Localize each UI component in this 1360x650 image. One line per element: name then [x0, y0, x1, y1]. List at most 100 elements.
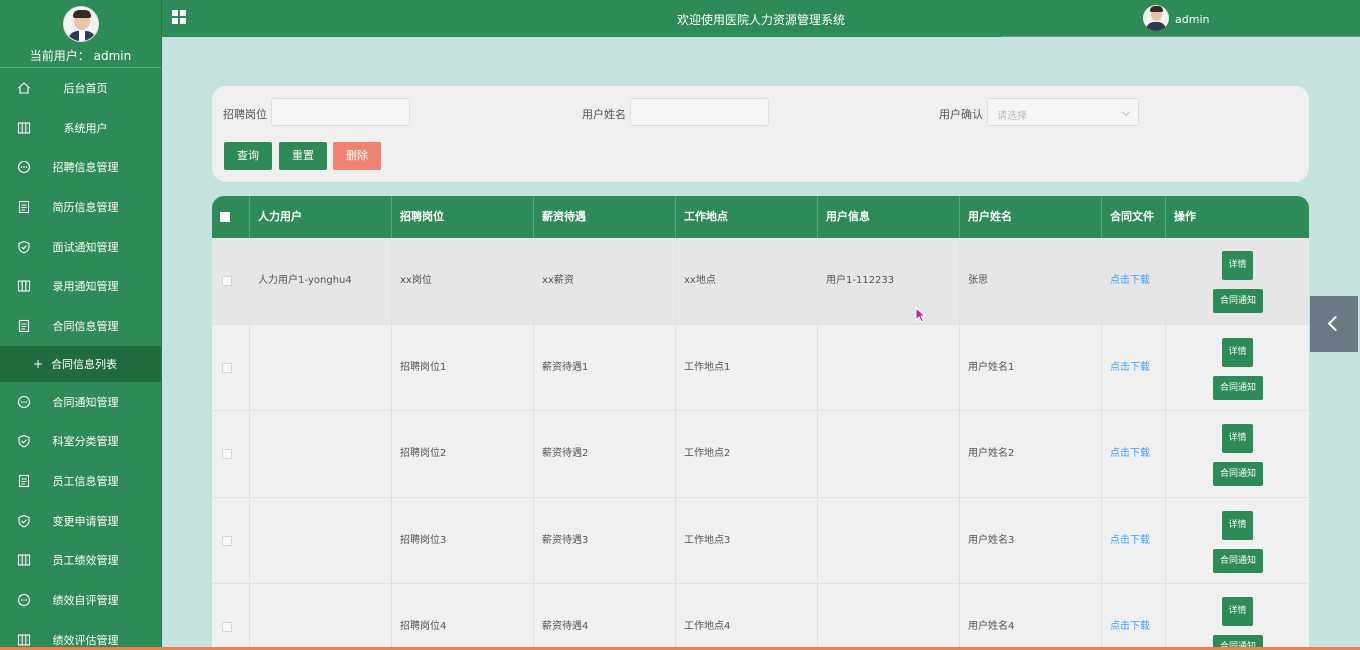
- sidebar-item[interactable]: 员工绩效管理: [0, 541, 161, 581]
- cell-hr-user: [250, 411, 392, 498]
- sidebar-item[interactable]: 绩效评估管理: [0, 620, 161, 650]
- download-link[interactable]: 点击下载: [1102, 584, 1166, 650]
- actions-cell: 详情 合同通知: [1166, 238, 1309, 325]
- cell-user-info: [818, 584, 960, 650]
- delete-button[interactable]: 删除: [333, 142, 381, 170]
- download-link[interactable]: 点击下载: [1102, 497, 1166, 584]
- sidebar-item[interactable]: 招聘信息管理: [0, 147, 161, 187]
- sidebar-item[interactable]: 面试通知管理: [0, 227, 161, 267]
- col-contract-file: 合同文件: [1102, 196, 1166, 238]
- actions-cell: 详情 合同通知: [1166, 411, 1309, 498]
- select-all-checkbox[interactable]: [220, 212, 230, 222]
- divider: [1002, 36, 1360, 37]
- cell-hr-user: 人力用户1-yonghu4: [250, 238, 392, 325]
- sidebar-item-label: 员工绩效管理: [52, 554, 119, 568]
- cell-hr-user: [250, 324, 392, 411]
- cell-hr-user: [250, 497, 392, 584]
- cell-salary: xx薪资: [534, 238, 676, 325]
- sidebar-item[interactable]: 科室分类管理: [0, 422, 161, 462]
- cell-salary: 薪资待遇4: [534, 584, 676, 650]
- row-checkbox[interactable]: [222, 535, 232, 546]
- cursor-icon: [915, 307, 927, 323]
- contract-notify-button[interactable]: 合同通知: [1213, 375, 1263, 400]
- data-table: 人力用户 招聘岗位 薪资待遇 工作地点 用户信息 用户姓名 合同文件 操作 人力…: [212, 196, 1309, 650]
- table-row: 招聘岗位4 薪资待遇4 工作地点4 用户姓名4 点击下载 详情 合同通知: [212, 584, 1309, 650]
- position-label: 招聘岗位: [223, 108, 267, 121]
- cell-location: 工作地点1: [676, 324, 818, 411]
- header-avatar[interactable]: [1143, 5, 1169, 31]
- sidebar-item[interactable]: 绩效自评管理: [0, 580, 161, 620]
- sidebar-item[interactable]: 员工信息管理: [0, 461, 161, 501]
- sidebar-item-label: 员工信息管理: [52, 475, 119, 489]
- cell-user-name: 用户姓名3: [960, 497, 1102, 584]
- chevron-left-icon: [1327, 315, 1344, 332]
- sidebar-item[interactable]: 简历信息管理: [0, 187, 161, 227]
- sidebar-item[interactable]: 合同通知管理: [0, 382, 161, 422]
- contract-notify-button[interactable]: 合同通知: [1213, 289, 1263, 313]
- cell-user-info: [818, 411, 960, 498]
- download-link[interactable]: 点击下载: [1102, 238, 1166, 325]
- table-row: 招聘岗位1 薪资待遇1 工作地点1 用户姓名1 点击下载 详情 合同通知: [212, 324, 1309, 412]
- query-button[interactable]: 查询: [224, 142, 272, 170]
- cell-hr-user: [250, 584, 392, 650]
- cell-location: 工作地点3: [676, 497, 818, 584]
- row-checkbox[interactable]: [222, 622, 232, 632]
- sidebar-item-label: 面试通知管理: [52, 240, 119, 254]
- cell-position: 招聘岗位2: [392, 411, 534, 498]
- sidebar-item-label: 简历信息管理: [52, 200, 119, 214]
- cell-position: 招聘岗位4: [392, 584, 534, 650]
- sidebar-item[interactable]: 后台首页: [0, 68, 161, 108]
- plus-icon: +: [33, 356, 44, 371]
- sidebar-item[interactable]: 录用通知管理: [0, 266, 161, 306]
- row-checkbox[interactable]: [222, 276, 232, 286]
- select-placeholder: 请选择: [997, 111, 1027, 122]
- chevron-down-icon: [1121, 107, 1131, 117]
- contract-notify-button[interactable]: 合同通知: [1213, 462, 1263, 486]
- sidebar-item-label: 系统用户: [63, 121, 108, 135]
- sidebar-item-label: 合同通知管理: [52, 395, 119, 409]
- checkbox-cell: [212, 238, 250, 325]
- col-position: 招聘岗位: [392, 196, 534, 238]
- detail-button[interactable]: 详情: [1222, 510, 1253, 540]
- col-salary: 薪资待遇: [534, 196, 676, 238]
- username-label: 用户姓名: [582, 108, 626, 121]
- col-actions: 操作: [1174, 210, 1196, 223]
- row-checkbox[interactable]: [222, 449, 232, 459]
- download-link[interactable]: 点击下载: [1102, 411, 1166, 498]
- row-checkbox[interactable]: [222, 362, 232, 373]
- sidebar-menu: 后台首页系统用户招聘信息管理简历信息管理 面试通知管理录用通知管理 合同信息管理 + 合…: [0, 68, 161, 650]
- col-user-info: 用户信息: [818, 196, 960, 238]
- sidebar-subitem-contract-list[interactable]: + 合同信息列表: [0, 345, 161, 382]
- col-location: 工作地点: [676, 196, 818, 238]
- detail-button[interactable]: 详情: [1222, 337, 1253, 367]
- checkbox-cell: [212, 324, 250, 411]
- cell-user-name: 张思: [960, 238, 1102, 325]
- cell-position: 招聘岗位3: [392, 497, 534, 584]
- actions-cell: 详情 合同通知: [1166, 325, 1309, 412]
- position-input[interactable]: [271, 98, 410, 126]
- collapse-toggle[interactable]: [1310, 296, 1358, 352]
- sidebar-item[interactable]: 变更申请管理: [0, 501, 161, 541]
- detail-button[interactable]: 详情: [1222, 251, 1253, 280]
- cell-user-name: 用户姓名4: [960, 584, 1102, 650]
- reset-button[interactable]: 重置: [279, 142, 327, 170]
- download-link[interactable]: 点击下载: [1102, 324, 1166, 411]
- sidebar-item-label: 绩效自评管理: [52, 594, 119, 608]
- select-all-cell: [212, 196, 250, 238]
- sidebar-item[interactable]: 合同信息管理: [0, 306, 161, 346]
- detail-button[interactable]: 详情: [1222, 424, 1253, 453]
- sidebar-subitem-label: 合同信息列表: [51, 357, 118, 371]
- cell-user-info: 用户1-112233: [818, 238, 960, 325]
- current-user-label: 当前用户： admin: [29, 49, 132, 63]
- detail-button[interactable]: 详情: [1222, 597, 1253, 626]
- confirm-select[interactable]: 请选择: [987, 98, 1139, 126]
- cell-salary: 薪资待遇3: [534, 497, 676, 584]
- header-username[interactable]: admin: [1175, 13, 1209, 26]
- confirm-label: 用户确认: [939, 108, 983, 121]
- username-input[interactable]: [630, 98, 769, 126]
- cell-location: 工作地点4: [676, 584, 818, 650]
- cell-user-info: [818, 497, 960, 584]
- sidebar-item[interactable]: 系统用户: [0, 108, 161, 148]
- table-row: 招聘岗位2 薪资待遇2 工作地点2 用户姓名2 点击下载 详情 合同通知: [212, 411, 1309, 498]
- contract-notify-button[interactable]: 合同通知: [1213, 548, 1263, 573]
